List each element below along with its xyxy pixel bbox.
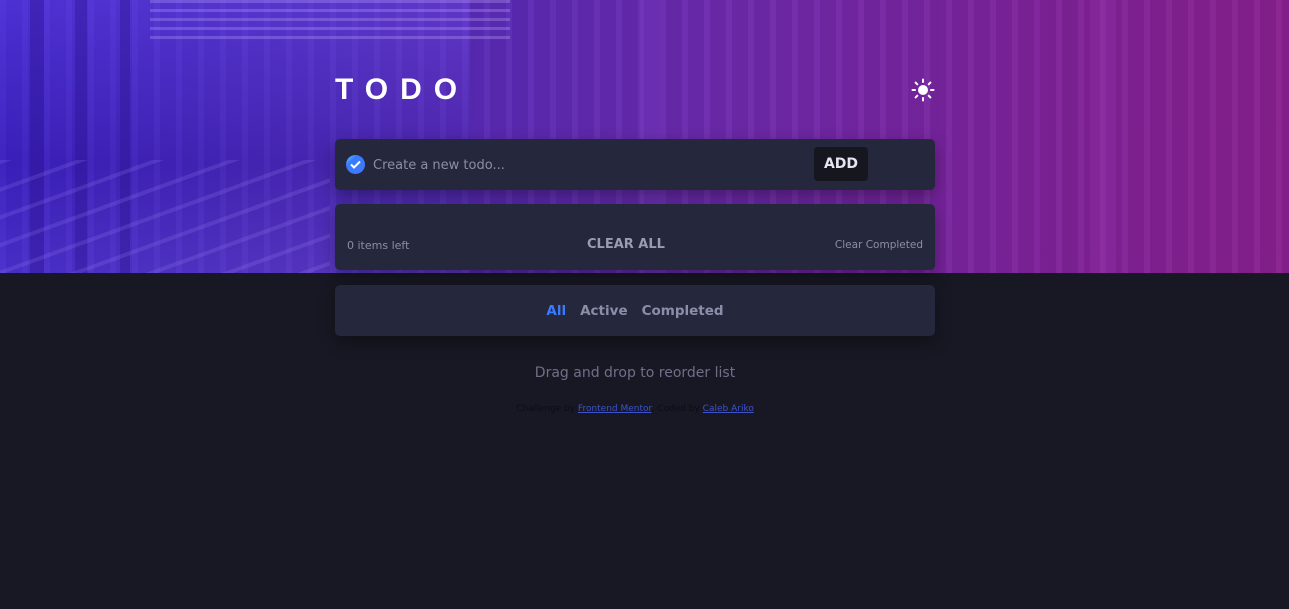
filter-completed[interactable]: Completed [642, 303, 724, 319]
clear-all-button[interactable]: CLEAR ALL [587, 237, 665, 252]
author-link[interactable]: Caleb Ariko [703, 404, 754, 414]
filter-bar: All Active Completed [335, 285, 935, 336]
page-title: TODO [335, 73, 470, 106]
attribution-middle: . Coded by [651, 404, 703, 414]
new-todo-input[interactable] [373, 152, 803, 178]
check-circle-icon[interactable] [346, 155, 365, 174]
filter-all[interactable]: All [546, 303, 566, 319]
new-todo-form: ADD [335, 139, 935, 190]
attribution: Challenge by Frontend Mentor. Coded by C… [335, 404, 935, 414]
items-left-count: 0 items left [347, 239, 410, 252]
attribution-prefix: Challenge by [516, 404, 578, 414]
drag-drop-hint: Drag and drop to reorder list [534, 365, 736, 381]
todo-list-panel: 0 items left CLEAR ALL Clear Completed [335, 204, 935, 270]
clear-completed-button[interactable]: Clear Completed [835, 239, 923, 251]
filter-active[interactable]: Active [580, 303, 628, 319]
frontend-mentor-link[interactable]: Frontend Mentor [578, 404, 652, 414]
sun-icon [911, 78, 935, 102]
add-button[interactable]: ADD [814, 147, 868, 181]
theme-toggle-button[interactable] [911, 78, 935, 102]
